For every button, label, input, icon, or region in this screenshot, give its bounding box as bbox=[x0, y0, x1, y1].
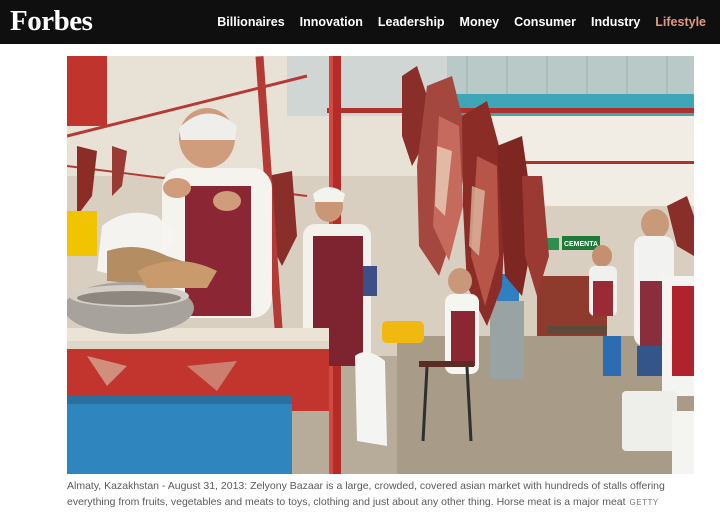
nav-link-billionaires[interactable]: Billionaires bbox=[217, 15, 284, 29]
nav-link-consumer[interactable]: Consumer bbox=[514, 15, 576, 29]
market-photo-illustration: CEMENTA bbox=[67, 56, 694, 474]
nav-link-lifestyle[interactable]: Lifestyle bbox=[655, 15, 706, 29]
market-sign-text: CEMENTA bbox=[564, 241, 598, 248]
nav-link-industry[interactable]: Industry bbox=[591, 15, 640, 29]
article-photo: CEMENTA bbox=[67, 56, 694, 474]
top-navigation-bar: Forbes Billionaires Innovation Leadershi… bbox=[0, 0, 720, 44]
nav-link-innovation[interactable]: Innovation bbox=[300, 15, 363, 29]
nav-link-money[interactable]: Money bbox=[460, 15, 500, 29]
photo-caption: Almaty, Kazakhstan - August 31, 2013: Ze… bbox=[67, 479, 699, 510]
photo-credit: GETTY bbox=[629, 497, 659, 507]
nav-link-leadership[interactable]: Leadership bbox=[378, 15, 445, 29]
main-nav: Billionaires Innovation Leadership Money… bbox=[217, 0, 706, 44]
photo-caption-text: Almaty, Kazakhstan - August 31, 2013: Ze… bbox=[67, 480, 665, 508]
forbes-logo[interactable]: Forbes bbox=[10, 4, 93, 38]
